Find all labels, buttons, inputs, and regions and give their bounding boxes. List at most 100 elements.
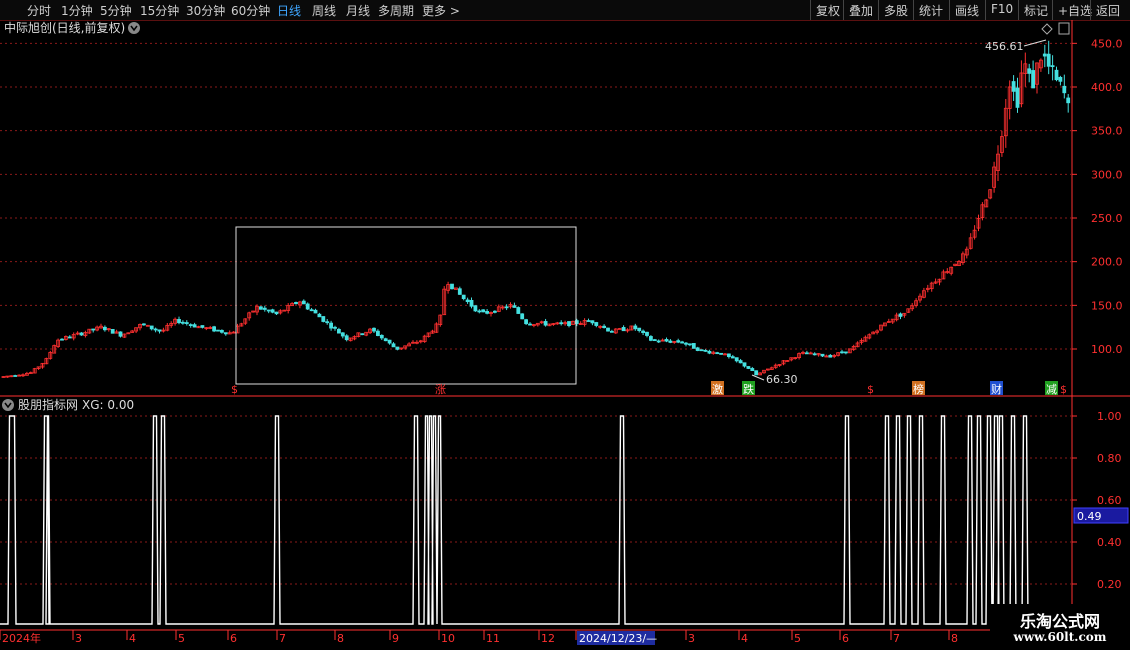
toolbar-button-4[interactable]: 画线 bbox=[955, 2, 979, 19]
candle-body bbox=[188, 324, 193, 327]
period-tab-6[interactable]: 日线 bbox=[277, 2, 301, 19]
period-tab-4[interactable]: 30分钟 bbox=[186, 2, 225, 19]
panel-toggle-icon[interactable] bbox=[1058, 22, 1070, 35]
toolbar-button-7[interactable]: +自选 bbox=[1058, 2, 1092, 19]
period-tab-1[interactable]: 1分钟 bbox=[61, 2, 93, 19]
low-pointer bbox=[751, 374, 765, 381]
date-label: 7 bbox=[893, 632, 900, 645]
toolbar-button-8[interactable]: 返回 bbox=[1096, 2, 1120, 19]
candle-body bbox=[703, 349, 708, 352]
candle-body bbox=[520, 313, 525, 320]
date-label: 6 bbox=[230, 632, 237, 645]
candle-body bbox=[492, 310, 497, 313]
toolbar-button-6[interactable]: 标记 bbox=[1024, 2, 1048, 19]
toolbar-separator bbox=[1090, 0, 1091, 20]
price-tick-label: 400.0 bbox=[1091, 81, 1123, 94]
candle-body bbox=[60, 338, 64, 341]
indicator-tick-label: 0.40 bbox=[1097, 536, 1122, 549]
candle-body bbox=[734, 357, 739, 362]
event-marker[interactable]: $ bbox=[1060, 383, 1067, 396]
candle-body bbox=[485, 311, 490, 314]
watermark-title: 乐淘公式网 bbox=[1019, 612, 1100, 631]
indicator-tick-label: 0.20 bbox=[1097, 578, 1122, 591]
candle-body bbox=[461, 294, 466, 300]
date-label: 10 bbox=[441, 632, 455, 645]
candle-body bbox=[383, 338, 388, 342]
period-tab-5[interactable]: 60分钟 bbox=[231, 2, 270, 19]
kline-chart-area[interactable]: 450.0 400.0 350.0 300.0 250.0 200.0 150.0 100.0… bbox=[0, 20, 1130, 650]
candle-body bbox=[754, 370, 759, 376]
price-tick-label: 300.0 bbox=[1091, 168, 1123, 181]
candle-body bbox=[844, 351, 848, 354]
chevron-down-icon[interactable] bbox=[2, 399, 14, 411]
candle-body bbox=[567, 321, 571, 327]
candle-body bbox=[13, 375, 18, 377]
candle-body bbox=[606, 327, 610, 332]
price-tick-label: 450.0 bbox=[1091, 37, 1123, 50]
event-marker[interactable]: $ bbox=[867, 383, 874, 396]
candle-body bbox=[372, 327, 376, 332]
event-marker[interactable]: 跌 bbox=[743, 382, 754, 396]
candle-body bbox=[360, 333, 365, 336]
toolbar-button-5[interactable]: F10 bbox=[991, 2, 1013, 16]
candle-body bbox=[387, 339, 392, 344]
candle-body bbox=[309, 309, 314, 312]
toolbar-separator bbox=[878, 0, 879, 20]
date-label: 6 bbox=[842, 632, 849, 645]
candle-body bbox=[1042, 53, 1047, 57]
candle-body bbox=[691, 343, 696, 349]
candle-body bbox=[110, 328, 115, 334]
period-tab-8[interactable]: 月线 bbox=[346, 2, 370, 19]
candle-body bbox=[477, 310, 482, 313]
candle-body bbox=[898, 313, 903, 317]
diamond-icon[interactable] bbox=[1041, 23, 1053, 35]
toolbar-button-0[interactable]: 复权 bbox=[816, 2, 840, 19]
candle-body bbox=[656, 340, 661, 343]
candle-body bbox=[473, 305, 478, 312]
candle-body bbox=[1058, 76, 1063, 82]
candle-body bbox=[594, 322, 599, 326]
candle-body bbox=[676, 340, 681, 343]
candle-body bbox=[294, 302, 298, 305]
price-tick-label: 250.0 bbox=[1091, 212, 1123, 225]
candle-body bbox=[715, 352, 720, 355]
candle-body bbox=[680, 341, 684, 344]
candle-body bbox=[465, 299, 470, 303]
price-tick-label: 100.0 bbox=[1091, 343, 1123, 356]
candle-body bbox=[153, 328, 158, 331]
candle-body bbox=[543, 321, 548, 326]
period-tab-7[interactable]: 周线 bbox=[312, 2, 336, 19]
indicator-title: 股朋指标网 bbox=[18, 397, 78, 412]
candle-body bbox=[820, 353, 825, 357]
candle-body bbox=[184, 322, 189, 324]
event-marker[interactable]: 激 bbox=[712, 382, 723, 396]
toolbar-separator bbox=[985, 0, 986, 20]
period-tab-3[interactable]: 15分钟 bbox=[140, 2, 179, 19]
toolbar-button-2[interactable]: 多股 bbox=[884, 2, 908, 19]
candle-body bbox=[262, 307, 267, 310]
event-marker[interactable]: 减 bbox=[1046, 383, 1057, 396]
candle-body bbox=[504, 306, 509, 309]
candle-body bbox=[742, 362, 747, 367]
candle-body bbox=[317, 313, 322, 318]
period-tab-2[interactable]: 5分钟 bbox=[100, 2, 132, 19]
candle-body bbox=[664, 339, 669, 342]
toolbar-button-1[interactable]: 叠加 bbox=[849, 2, 873, 19]
event-marker[interactable]: 涨 bbox=[435, 383, 446, 396]
candle-body bbox=[684, 342, 688, 345]
candle-body bbox=[1015, 87, 1020, 108]
chevron-down-icon[interactable] bbox=[128, 22, 140, 34]
date-label: 9 bbox=[392, 632, 399, 645]
candle-body bbox=[313, 309, 318, 314]
event-marker[interactable]: $ bbox=[231, 383, 238, 396]
candle-body bbox=[141, 323, 146, 326]
toolbar-button-3[interactable]: 统计 bbox=[919, 2, 943, 19]
event-marker[interactable]: 榜 bbox=[913, 382, 924, 396]
period-tab-10[interactable]: 更多 > bbox=[422, 2, 460, 19]
period-tab-9[interactable]: 多周期 bbox=[378, 2, 414, 19]
candle-body bbox=[707, 350, 712, 354]
date-label: 3 bbox=[688, 632, 695, 645]
event-marker[interactable]: 财 bbox=[991, 382, 1002, 396]
candle-body bbox=[649, 336, 653, 341]
period-tab-0[interactable]: 分时 bbox=[27, 2, 51, 19]
